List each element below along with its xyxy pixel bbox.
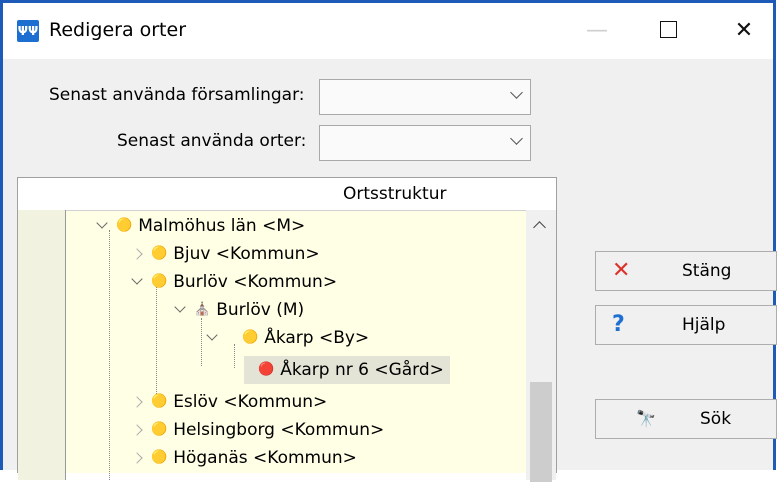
tree-indent-area [18,210,66,480]
search-button[interactable]: 🔭 Sök [595,399,777,439]
help-button-label: Hjälp [682,315,726,335]
binoculars-icon: 🔭 [636,409,656,428]
close-button[interactable]: ✕ Stäng [595,251,777,291]
collapse-chevron-icon [131,424,143,436]
expand-chevron-icon [174,301,186,313]
county-icon: 🟡 [116,218,133,233]
tree-node-hoganas[interactable]: 🟡 Höganäs <Kommun> [131,444,357,472]
tree-node-burlov-parish[interactable]: ⛪ Burlöv (M) [174,296,305,324]
node-label: Burlöv <Kommun> [173,272,338,292]
dialog-window: ΨΨ Redigera orter — ✕ Senast använda för… [0,0,777,482]
municipality-icon: 🟡 [151,274,168,289]
expand-chevron-icon [206,329,218,341]
close-x-icon: ✕ [612,258,631,283]
scroll-up-arrow-icon[interactable] [533,221,546,234]
recent-places-dropdown[interactable] [319,125,531,161]
municipality-icon: 🟡 [151,450,168,465]
title-bar: ΨΨ Redigera orter — ✕ [3,3,773,59]
village-icon: 🟡 [242,330,259,345]
node-label: Höganäs <Kommun> [173,448,357,468]
help-button[interactable]: ? Hjälp [595,305,777,345]
municipality-icon: 🟡 [151,422,168,437]
scroll-thumb[interactable] [530,382,552,482]
chevron-down-icon [510,86,523,99]
maximize-icon [659,20,677,38]
node-label: Burlöv (M) [216,300,305,320]
node-label: Åkarp <By> [264,328,370,348]
tree-connector [109,230,110,480]
municipality-icon: 🟡 [151,246,168,261]
place-tree-panel: Ortsstruktur 🟡 Malmöhus län <M> 🟡 Bjuv <Ko… [17,177,557,482]
tree-node-eslov[interactable]: 🟡 Eslöv <Kommun> [131,388,328,416]
node-label: Helsingborg <Kommun> [173,420,385,440]
maximize-button[interactable] [639,3,697,59]
close-button-label: Stäng [682,261,732,281]
tree-node-bjuv[interactable]: 🟡 Bjuv <Kommun> [131,240,320,268]
recent-parishes-label: Senast använda församlingar: [49,85,305,105]
recent-parishes-dropdown[interactable] [319,79,531,115]
tree-header: Ortsstruktur [18,178,556,211]
recent-places-label: Senast använda orter: [117,131,307,151]
node-label: Malmöhus län <M> [138,216,306,236]
window-title: Redigera orter [49,19,187,41]
tree-header-label: Ortsstruktur [343,184,447,204]
chevron-down-icon [510,132,523,145]
tree-scrollbar[interactable] [526,210,556,482]
tree-node-malmohus[interactable]: 🟡 Malmöhus län <M> [96,212,306,240]
node-label: Bjuv <Kommun> [173,244,320,264]
collapse-chevron-icon [131,248,143,260]
node-label: Åkarp nr 6 <Gård> [280,360,444,380]
tree-node-burlov-kommun[interactable]: 🟡 Burlöv <Kommun> [131,268,338,296]
tree-connector [156,286,157,394]
tree-connector [201,318,202,366]
expand-chevron-icon [96,217,108,229]
collapse-chevron-icon [131,396,143,408]
search-button-label: Sök [700,409,732,429]
minimize-button[interactable]: — [568,3,626,59]
parish-icon: ⛪ [194,302,211,317]
tree-node-akarp[interactable]: 🟡 Åkarp <By> [206,324,370,352]
tree-node-helsingborg[interactable]: 🟡 Helsingborg <Kommun> [131,416,385,444]
app-icon: ΨΨ [17,20,39,42]
collapse-chevron-icon [131,452,143,464]
expand-chevron-icon [131,273,143,285]
close-window-button[interactable]: ✕ [715,3,773,59]
node-label: Eslöv <Kommun> [173,392,328,412]
farm-icon: 🔴 [258,362,275,377]
tree-node-akarp-nr6[interactable]: 🔴 Åkarp nr 6 <Gård> [244,356,450,384]
municipality-icon: 🟡 [151,394,168,409]
question-icon: ? [612,312,625,337]
